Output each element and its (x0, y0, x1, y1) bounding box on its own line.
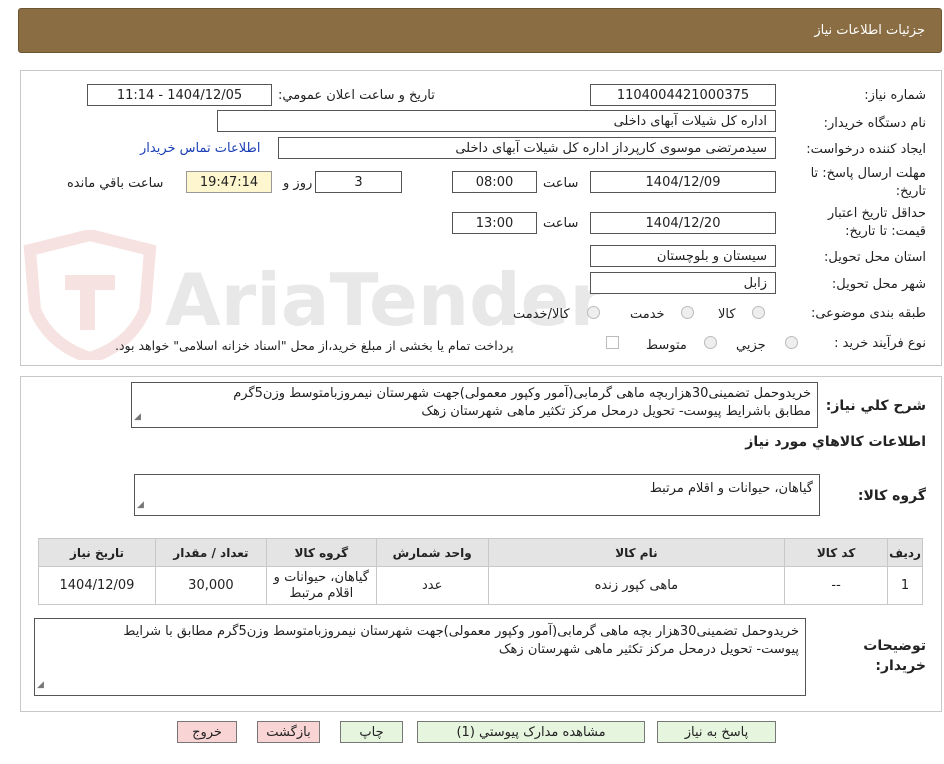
col-group: گروه کالا (265, 538, 377, 567)
category-both-label: کالا/خدمت (513, 307, 570, 322)
table-row: 1 -- ماهی کپور زنده عدد گیاهان، حیوانات … (38, 566, 923, 605)
buyer-notes-line-1: خریدوحمل تضمینی30هزار بچه ماهی گرمابی(آم… (123, 624, 799, 639)
validity-time-field: 13:00 (452, 212, 537, 234)
category-both-radio[interactable] (587, 306, 600, 319)
cell-code: -- (784, 566, 889, 605)
city-field: زابل (590, 272, 776, 294)
category-label: طبقه بندی موضوعی: (810, 306, 926, 321)
category-service-label: خدمت (630, 307, 665, 322)
buyer-contact-link[interactable]: اطلاعات تماس خريدار (140, 141, 260, 156)
col-row: رديف (887, 538, 923, 567)
validity-label: حداقل تاريخ اعتبار (827, 206, 926, 221)
goods-group-label: گروه کالا: (857, 488, 926, 504)
deadline-label-date: تاريخ: (895, 184, 926, 199)
need-number-label: شماره نیاز: (864, 88, 926, 103)
purchase-type-medium-radio[interactable] (704, 336, 717, 349)
validity-label-date: قيمت: تا تاريخ: (845, 224, 926, 239)
goods-group-value: گیاهان، حیوانات و اقلام مرتبط (649, 481, 813, 496)
page-title: جزئیات اطلاعات نیاز (814, 23, 925, 38)
cell-name: ماهی کپور زنده (487, 566, 786, 605)
validity-time-label: ساعت (543, 216, 579, 231)
province-field: سیستان و بلوچستان (590, 245, 776, 267)
requester-label: ايجاد کننده درخواست: (806, 142, 926, 157)
summary-label: شرح کلي نياز: (825, 398, 926, 414)
purchase-type-label: نوع فرآيند خريد : (834, 336, 926, 351)
announce-label: تاریخ و ساعت اعلان عمومي: (278, 88, 435, 103)
view-attachments-button[interactable]: مشاهده مدارک پيوستي (1) (417, 721, 645, 743)
cell-row: 1 (887, 566, 923, 605)
print-button[interactable]: چاپ (340, 721, 403, 743)
validity-date-field: 1404/12/20 (590, 212, 776, 234)
deadline-time-label: ساعت (543, 176, 579, 191)
days-label: روز و (283, 176, 313, 191)
summary-textarea: خریدوحمل تضمینی30هزاربچه ماهی گرمابی(آمو… (131, 382, 818, 428)
col-date: تاريخ نياز (38, 538, 156, 567)
cell-group-line-1: گیاهان، حیوانات و (273, 569, 369, 585)
city-label: شهر محل تحويل: (831, 277, 926, 292)
remaining-time-label: ساعت باقي مانده (67, 176, 164, 191)
purchase-type-minor-radio[interactable] (785, 336, 798, 349)
treasury-checkbox[interactable] (606, 336, 619, 349)
col-unit: واحد شمارش (375, 538, 489, 567)
resize-handle-icon[interactable]: ◢ (137, 496, 144, 514)
goods-info-title: اطلاعات کالاهاي مورد نياز (745, 434, 926, 450)
category-goods-label: کالا (718, 307, 736, 322)
buyer-org-label: نام دستگاه خريدار: (823, 116, 926, 131)
buyer-notes-line-2: پیوست- تحویل درمحل مرکز تکثیر ماهی شهرست… (498, 642, 799, 657)
buyer-notes-label: توضيحات (863, 638, 926, 654)
requester-field: سیدمرتضی موسوی کارپرداز اداره کل شیلات آ… (278, 137, 776, 159)
items-table: رديف کد کالا نام کالا واحد شمارش گروه کا… (38, 538, 923, 605)
resize-handle-icon[interactable]: ◢ (134, 408, 141, 426)
back-button[interactable]: بازگشت (257, 721, 320, 743)
purchase-type-minor-label: جزيي (736, 338, 766, 353)
cell-qty: 30,000 (154, 566, 267, 605)
category-service-radio[interactable] (681, 306, 694, 319)
treasury-note: پرداخت تمام يا بخشی از مبلغ خريد،از محل … (115, 338, 514, 353)
purchase-type-medium-label: متوسط (646, 338, 687, 353)
summary-line-2: مطابق باشرایط پیوست- تحویل درمحل مرکز تک… (421, 404, 811, 419)
exit-button[interactable]: خروج (177, 721, 237, 743)
goods-group-textarea: گیاهان، حیوانات و اقلام مرتبط ◢ (134, 474, 820, 516)
table-header-row: رديف کد کالا نام کالا واحد شمارش گروه کا… (38, 538, 923, 567)
deadline-label: مهلت ارسال پاسخ: تا (810, 166, 926, 181)
buyer-org-field: اداره کل شیلات آبهای داخلی (217, 110, 776, 132)
col-name: نام کالا (487, 538, 786, 567)
announce-field: 1404/12/05 - 11:14 (87, 84, 272, 106)
buyer-notes-textarea: خریدوحمل تضمینی30هزار بچه ماهی گرمابی(آم… (34, 618, 806, 696)
buyer-notes-label-2: خريدار: (875, 658, 926, 674)
cell-group: گیاهان، حیوانات و اقلام مرتبط (265, 566, 377, 605)
page-header: جزئیات اطلاعات نیاز (18, 8, 942, 53)
col-code: کد کالا (784, 538, 889, 567)
col-qty: تعداد / مقدار (154, 538, 267, 567)
summary-line-1: خریدوحمل تضمینی30هزاربچه ماهی گرمابی(آمو… (233, 386, 811, 401)
cell-unit: عدد (375, 566, 489, 605)
province-label: استان محل تحويل: (824, 250, 926, 265)
category-goods-radio[interactable] (752, 306, 765, 319)
cell-date: 1404/12/09 (38, 566, 156, 605)
reply-button[interactable]: پاسخ به نياز (657, 721, 776, 743)
days-remaining-field: 3 (315, 171, 402, 193)
resize-handle-icon[interactable]: ◢ (37, 676, 44, 694)
cell-group-line-2: اقلام مرتبط (289, 585, 354, 601)
deadline-time-field: 08:00 (452, 171, 537, 193)
deadline-date-field: 1404/12/09 (590, 171, 776, 193)
need-number-field: 1104004421000375 (590, 84, 776, 106)
remaining-time-field: 19:47:14 (186, 171, 272, 193)
